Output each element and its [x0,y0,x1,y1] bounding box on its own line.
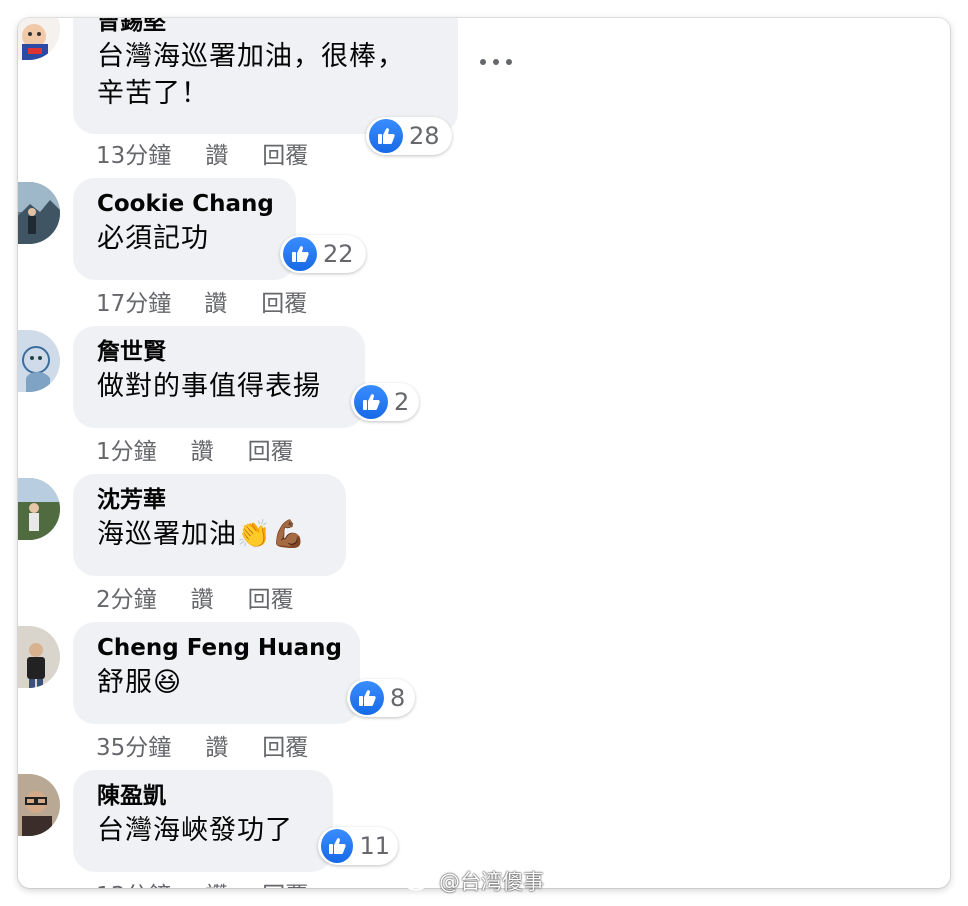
like-thumb-icon [354,385,388,419]
comments-panel: 曾錫堅 台灣海巡署加油，很棒， 辛苦了！ 28 13分鐘 讚 回覆 Cookie… [18,18,950,888]
comment-bubble: 沈芳華 海巡署加油👏💪🏾 [73,474,346,576]
reaction-count: 11 [359,832,390,860]
comment-actions: 2分鐘 讚 回覆 [96,580,294,614]
avatar[interactable] [18,478,60,540]
commenter-name[interactable]: 詹世賢 [97,336,341,368]
reply-action[interactable]: 回覆 [262,876,308,888]
comment-text: 做對的事值得表揚 [97,371,321,402]
like-action[interactable]: 讚 [205,728,228,762]
comment-text: 必須記功 [97,223,209,254]
reply-action[interactable]: 回覆 [261,284,307,318]
commenter-name[interactable]: Cookie Chang [97,188,274,220]
like-action[interactable]: 讚 [204,284,227,318]
reply-action[interactable]: 回覆 [248,432,294,466]
like-action[interactable]: 讚 [205,136,228,170]
reply-action[interactable]: 回覆 [262,136,308,170]
comment-bubble: Cookie Chang 必須記功 [73,178,296,280]
watermark-text: @台湾傻事 [439,870,544,894]
comment-timestamp[interactable]: 17分鐘 [96,284,171,318]
weibo-logo-icon [403,867,435,896]
comment-actions: 17分鐘 讚 回覆 [96,284,307,318]
comment-timestamp[interactable]: 1分鐘 [96,432,157,466]
reaction-summary[interactable]: 28 [366,117,452,155]
reaction-summary[interactable]: 2 [351,383,419,421]
reaction-count: 22 [323,240,354,268]
comment-actions: 1分鐘 讚 回覆 [96,432,294,466]
reaction-count: 8 [390,684,406,712]
comment-text: 台灣海峽發功了 [97,815,293,846]
comment-text: 海巡署加油👏💪🏾 [97,519,307,550]
reaction-count: 2 [394,388,410,416]
comment-bubble: 陳盈凱 台灣海峽發功了 [73,770,333,872]
comment-text: 舒服😆 [97,667,183,698]
like-action[interactable]: 讚 [205,876,228,888]
comment-bubble: Cheng Feng Huang 舒服😆 [73,622,360,724]
comment-actions: 13分鐘 讚 回覆 [96,876,308,888]
like-thumb-icon [350,681,384,715]
like-thumb-icon [283,237,317,271]
like-action[interactable]: 讚 [191,580,214,614]
comment-timestamp[interactable]: 13分鐘 [96,136,171,170]
commenter-name[interactable]: 陳盈凱 [97,780,309,812]
reaction-summary[interactable]: 8 [347,679,415,717]
avatar[interactable] [18,626,60,688]
more-options-icon[interactable] [480,52,512,72]
commenter-name[interactable]: 曾錫堅 [97,18,434,38]
avatar[interactable] [18,18,60,60]
comment-text-line2: 辛苦了！ [97,78,209,109]
avatar[interactable] [18,330,60,392]
like-thumb-icon [321,829,354,863]
comment-bubble: 詹世賢 做對的事值得表揚 [73,326,365,428]
commenter-name[interactable]: 沈芳華 [97,484,322,516]
comment-timestamp[interactable]: 2分鐘 [96,580,157,614]
reaction-summary[interactable]: 11 [318,827,398,865]
reply-action[interactable]: 回覆 [248,580,294,614]
weibo-watermark: @台湾傻事 [403,866,544,896]
reaction-summary[interactable]: 22 [280,235,366,273]
comment-actions: 13分鐘 讚 回覆 [96,136,308,170]
comment-timestamp[interactable]: 35分鐘 [96,728,171,762]
like-thumb-icon [369,119,403,153]
reply-action[interactable]: 回覆 [262,728,308,762]
comment-timestamp[interactable]: 13分鐘 [96,876,171,888]
avatar[interactable] [18,774,60,836]
comment-text: 台灣海巡署加油，很棒， [97,41,405,72]
comment-actions: 35分鐘 讚 回覆 [96,728,308,762]
reaction-count: 28 [409,122,440,150]
avatar[interactable] [18,182,60,244]
like-action[interactable]: 讚 [191,432,214,466]
commenter-name[interactable]: Cheng Feng Huang [97,632,342,664]
